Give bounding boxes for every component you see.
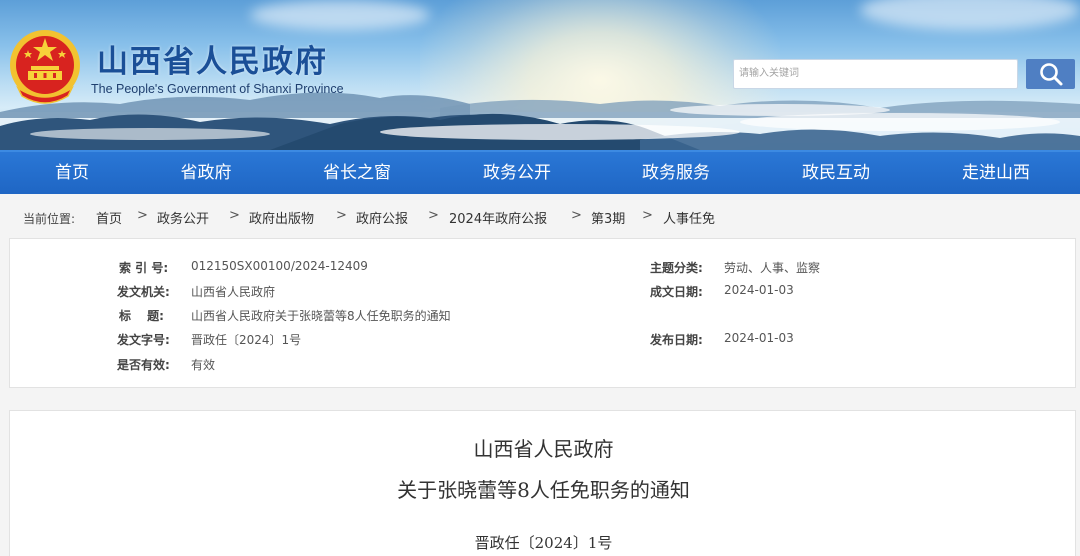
nav-item-government-affairs[interactable]: 政务公开	[472, 152, 562, 194]
breadcrumb-item-issue[interactable]: 第3期	[591, 208, 625, 227]
nav-item-interaction[interactable]: 政民互动	[791, 152, 881, 194]
national-emblem-icon	[10, 30, 80, 104]
title-value: 山西省人民政府关于张晓蕾等8人任免职务的通知	[191, 309, 451, 323]
created-date-label: 成文日期:	[650, 285, 703, 299]
index-label: 索 引 号:	[119, 261, 169, 275]
search-input[interactable]: 请输入关键词	[733, 59, 1018, 89]
category-value: 劳动、人事、监察	[724, 261, 821, 275]
nav-item-governor-window[interactable]: 省长之窗	[312, 152, 402, 194]
nav-item-home[interactable]: 首页	[32, 152, 112, 194]
breadcrumb-separator: >	[571, 208, 582, 223]
breadcrumb-separator: >	[336, 208, 347, 223]
breadcrumb-item-gazette[interactable]: 政府公报	[356, 208, 408, 227]
article-body: 山西省人民政府 关于张晓蕾等8人任免职务的通知 晋政任〔2024〕1号	[9, 410, 1076, 556]
breadcrumb-separator: >	[229, 208, 240, 223]
nav-item-about-shanxi[interactable]: 走进山西	[951, 152, 1041, 194]
issuer-label: 发文机关:	[117, 285, 170, 299]
header-banner: 山西省人民政府 The People's Government of Shanx…	[0, 0, 1080, 150]
breadcrumb-item-publications[interactable]: 政府出版物	[249, 208, 314, 227]
issuer-value: 山西省人民政府	[191, 285, 276, 299]
nav-item-government-services[interactable]: 政务服务	[631, 152, 721, 194]
validity-value: 有效	[191, 358, 216, 372]
breadcrumb-item-2024-gazette[interactable]: 2024年政府公报	[449, 208, 547, 227]
article-doc-number: 晋政任〔2024〕1号	[474, 534, 613, 552]
validity-label: 是否有效:	[117, 358, 170, 372]
breadcrumb-separator: >	[137, 208, 148, 223]
doc-number-value: 晋政任〔2024〕1号	[191, 333, 302, 347]
doc-number-label: 发文字号:	[117, 333, 170, 347]
nav-item-provincial-government[interactable]: 省政府	[166, 152, 246, 194]
published-date-label: 发布日期:	[650, 333, 703, 347]
search-icon	[1039, 63, 1062, 86]
breadcrumb-item-home[interactable]: 首页	[96, 208, 122, 227]
breadcrumb-item-affairs[interactable]: 政务公开	[157, 208, 209, 227]
article-title-line2: 关于张晓蕾等8人任免职务的通知	[397, 478, 690, 502]
created-date-value: 2024-01-03	[724, 283, 794, 297]
title-label: 标 题:	[119, 309, 164, 323]
site-subtitle: The People's Government of Shanxi Provin…	[91, 82, 344, 96]
breadcrumb-separator: >	[428, 208, 439, 223]
category-label: 主题分类:	[650, 261, 703, 275]
breadcrumb-separator: >	[642, 208, 653, 223]
breadcrumb-item-appointments[interactable]: 人事任免	[663, 208, 715, 227]
main-nav: 首页 省政府 省长之窗 政务公开 政务服务 政民互动 走进山西	[0, 150, 1080, 194]
site-title: 山西省人民政府	[97, 44, 328, 80]
document-info-panel: 索 引 号: 012150SX00100/2024-12409 发文机关: 山西…	[9, 238, 1076, 388]
search-button[interactable]	[1026, 59, 1075, 89]
article-title-line1: 山西省人民政府	[473, 437, 614, 461]
published-date-value: 2024-01-03	[724, 331, 794, 345]
index-value: 012150SX00100/2024-12409	[191, 259, 368, 273]
breadcrumb-lead: 当前位置:	[23, 212, 76, 226]
breadcrumb: 当前位置: 首页 > 政务公开 > 政府出版物 > 政府公报 > 2024年政府…	[0, 200, 1080, 234]
